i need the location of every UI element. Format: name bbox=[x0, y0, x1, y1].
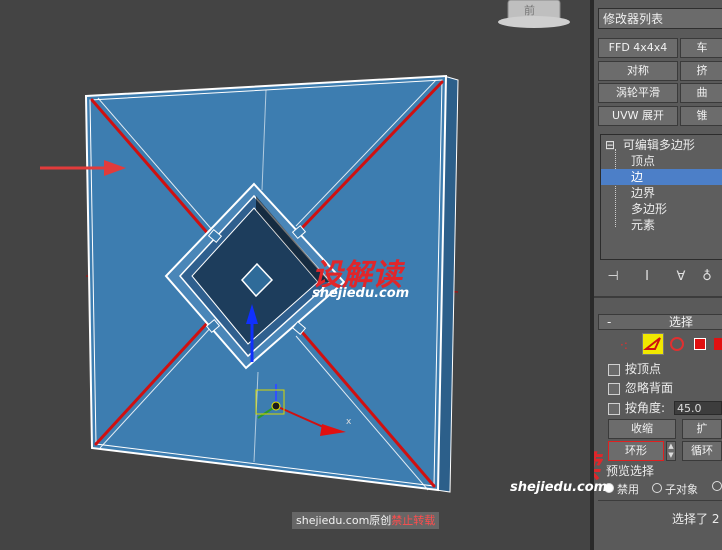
ring-button[interactable]: 环形 bbox=[608, 441, 664, 461]
border-mode-icon[interactable] bbox=[670, 337, 684, 351]
watermark-domain-panel: shejiedu.com bbox=[510, 480, 608, 495]
shrink-button[interactable]: 收缩 bbox=[608, 419, 676, 439]
by-vertex-checkbox[interactable]: 按顶点 bbox=[608, 361, 661, 377]
polygon-mode-icon[interactable] bbox=[694, 338, 706, 350]
preview-selection-title: 预览选择 bbox=[606, 464, 655, 478]
element-mode-icon[interactable] bbox=[714, 338, 722, 350]
modifier-button-extrude[interactable]: 挤 bbox=[680, 61, 722, 81]
modifier-stack[interactable]: ⊟ 可编辑多边形 顶点 边 边界 多边形 元素 bbox=[600, 134, 722, 260]
modify-panel: 修改器列表 FFD 4x4x4 车 对称 挤 涡轮平滑 曲 UVW 展开 锥 ⊟… bbox=[594, 0, 722, 550]
make-unique-icon[interactable]: ∀ bbox=[672, 268, 690, 286]
panel-separator bbox=[594, 296, 722, 298]
stack-item-vertex[interactable]: 顶点 bbox=[601, 153, 722, 169]
expand-icon[interactable]: ⊟ bbox=[605, 138, 615, 152]
stack-item-element[interactable]: 元素 bbox=[601, 217, 722, 233]
svg-text:前: 前 bbox=[524, 3, 535, 17]
edge-mode-icon[interactable] bbox=[642, 333, 664, 355]
modifier-button-symmetry[interactable]: 对称 bbox=[598, 61, 678, 81]
viewport-scene[interactable]: 前 x bbox=[0, 0, 590, 550]
selection-status: 选择了 2 bbox=[672, 512, 720, 526]
ignore-backfacing-checkbox[interactable]: 忽略背面 bbox=[608, 380, 673, 396]
ring-spinner-arrows-icon[interactable]: ▲ ▼ bbox=[666, 441, 676, 461]
modifier-button-ffd[interactable]: FFD 4x4x4 bbox=[598, 38, 678, 58]
show-end-result-icon[interactable]: Ⅰ bbox=[638, 268, 656, 286]
caption-notice: 禁止转载 bbox=[391, 514, 436, 527]
modifier-button-turbosmooth[interactable]: 涡轮平滑 bbox=[598, 83, 678, 103]
pin-stack-icon[interactable]: ⊣ bbox=[604, 268, 622, 286]
angle-spinner[interactable]: 45.0 bbox=[674, 401, 722, 415]
preview-off-radio[interactable]: 禁用 bbox=[604, 481, 639, 497]
stack-item-editable-poly[interactable]: ⊟ 可编辑多边形 bbox=[601, 137, 722, 153]
preview-subobject-radio[interactable]: 子对象 bbox=[652, 481, 698, 497]
copyright-caption: shejiedu.com原创禁止转载 bbox=[292, 512, 440, 529]
grow-button[interactable]: 扩 bbox=[682, 419, 722, 439]
gizmo-x-label: x bbox=[346, 417, 352, 427]
selection-rollout-title: 选择 bbox=[669, 315, 694, 329]
modifier-button-bend[interactable]: 曲 bbox=[680, 83, 722, 103]
preview-multi-radio[interactable] bbox=[712, 481, 722, 491]
perspective-viewport[interactable]: 前 x 设解读 shejiedu.com shejiedu.com原创禁止转载 bbox=[0, 0, 590, 550]
vertex-mode-icon[interactable]: ·: bbox=[620, 337, 636, 353]
viewcube[interactable]: 前 bbox=[498, 0, 570, 28]
modifier-list-dropdown[interactable]: 修改器列表 bbox=[598, 8, 722, 29]
watermark-domain: shejiedu.com bbox=[312, 286, 410, 301]
remove-modifier-icon[interactable]: ♁ bbox=[698, 268, 716, 286]
modifier-button-uvw-unwrap[interactable]: UVW 展开 bbox=[598, 106, 678, 126]
stack-toolbar: ⊣ Ⅰ ∀ ♁ bbox=[598, 266, 722, 288]
stack-item-border[interactable]: 边界 bbox=[601, 185, 722, 201]
modifier-button-chamfer[interactable]: 车 bbox=[680, 38, 722, 58]
stack-item-edge[interactable]: 边 bbox=[601, 169, 722, 185]
modifier-button-taper[interactable]: 锥 bbox=[680, 106, 722, 126]
by-angle-checkbox[interactable]: 按角度: bbox=[608, 400, 665, 416]
caption-site: shejiedu.com原创 bbox=[296, 514, 392, 527]
loop-button[interactable]: 循环 bbox=[682, 441, 722, 461]
selection-rollout-header[interactable]: - 选择 bbox=[598, 314, 722, 330]
stack-item-polygon[interactable]: 多边形 bbox=[601, 201, 722, 217]
